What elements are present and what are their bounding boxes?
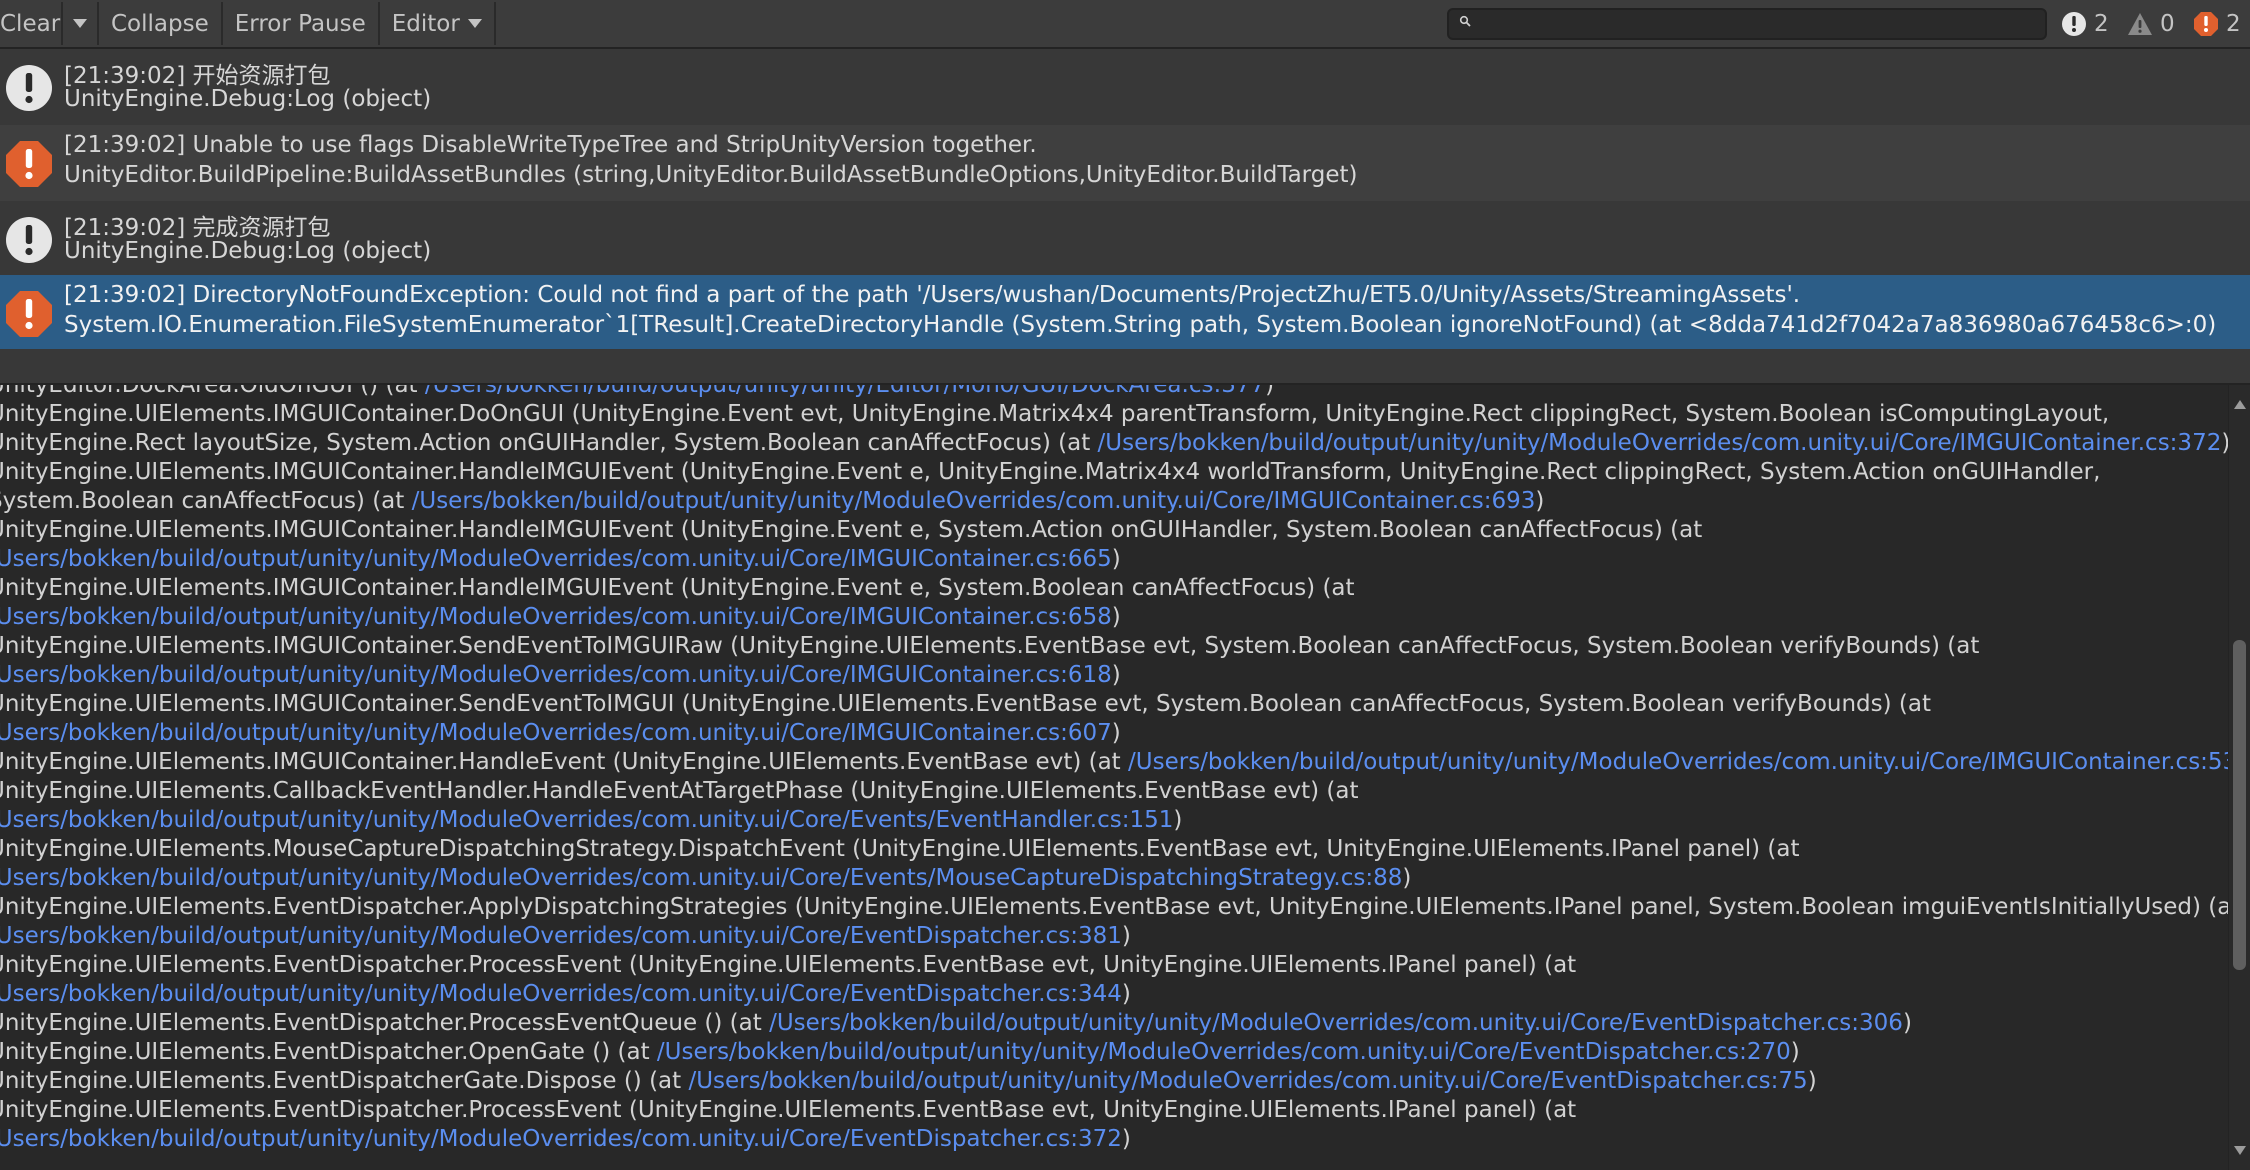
source-link[interactable]: /Users/bokken/build/output/unity/unity/M… xyxy=(0,662,1112,688)
source-link[interactable]: /Users/bokken/build/output/unity/unity/M… xyxy=(0,807,1173,833)
log-entry-list: [21:39:02] 开始资源打包 UnityEngine.Debug:Log … xyxy=(0,49,2250,351)
stack-trace-line: UnityEngine.UIElements.IMGUIContainer.Se… xyxy=(0,691,1931,717)
stack-trace-line: UnityEngine.Rect layoutSize, System.Acti… xyxy=(0,430,2228,456)
stack-trace-scrollbar[interactable] xyxy=(2228,385,2250,1170)
scroll-up-arrow-icon[interactable] xyxy=(2234,400,2246,409)
log-entry[interactable]: [21:39:02] 完成资源打包 UnityEngine.Debug:Log … xyxy=(0,201,2250,277)
warning-count-toggle[interactable]: 0 xyxy=(2126,6,2175,42)
log-message: [21:39:02] 开始资源打包 xyxy=(64,63,331,89)
scroll-down-arrow-icon[interactable] xyxy=(2234,1146,2246,1155)
stack-trace-line: UnityEngine.UIElements.EventDispatcher.O… xyxy=(0,1039,1800,1065)
info-exclamation-icon xyxy=(6,65,52,111)
stack-trace-line: UnityEngine.UIElements.IMGUIContainer.Ha… xyxy=(0,575,1355,601)
log-source: UnityEditor.BuildPipeline:BuildAssetBund… xyxy=(64,162,1358,188)
clear-options-dropdown[interactable] xyxy=(63,2,99,45)
clear-label: Clear xyxy=(0,10,61,37)
stack-trace-line: /Users/bokken/build/output/unity/unity/M… xyxy=(0,980,1131,1009)
info-exclamation-icon xyxy=(6,217,52,263)
log-entry-selected[interactable]: [21:39:02] DirectoryNotFoundException: C… xyxy=(0,275,2250,351)
log-entry[interactable]: [21:39:02] 开始资源打包 UnityEngine.Debug:Log … xyxy=(0,49,2250,125)
source-link[interactable]: /Users/bokken/build/output/unity/unity/M… xyxy=(0,923,1122,949)
log-message: [21:39:02] DirectoryNotFoundException: C… xyxy=(64,282,1801,308)
log-entry[interactable]: [21:39:02] Unable to use flags DisableWr… xyxy=(0,125,2250,201)
warning-count: 0 xyxy=(2160,11,2175,37)
stack-trace-line: System.Boolean canAffectFocus) (at /User… xyxy=(0,488,1545,514)
source-link[interactable]: /Users/bokken/build/output/unity/unity/M… xyxy=(0,1126,1122,1152)
collapse-toggle[interactable]: Collapse xyxy=(99,2,223,45)
stack-trace-line: UnityEngine.UIElements.EventDispatcher.P… xyxy=(0,1097,1577,1123)
source-link[interactable]: /Users/bokken/build/output/unity/unity/M… xyxy=(0,720,1112,746)
stack-trace-line: /Users/bokken/build/output/unity/unity/M… xyxy=(0,603,1121,632)
info-exclamation-icon xyxy=(2062,12,2086,36)
search-icon xyxy=(1459,15,1471,27)
error-pause-label: Error Pause xyxy=(234,10,366,37)
stack-trace-line: /Users/bokken/build/output/unity/unity/M… xyxy=(0,806,1182,835)
stack-trace-line: UnityEngine.UIElements.IMGUIContainer.Do… xyxy=(0,401,2110,427)
source-link[interactable]: /Users/bokken/build/output/unity/unity/M… xyxy=(0,546,1112,572)
stack-trace-line: UnityEditor.DockArea.OldOnGUI () (at /Us… xyxy=(0,385,1274,400)
stack-trace-line: UnityEngine.UIElements.EventDispatcher.A… xyxy=(0,894,2228,920)
stack-trace-line: /Users/bokken/build/output/unity/unity/M… xyxy=(0,719,1121,748)
stack-trace-line: UnityEngine.UIElements.IMGUIContainer.Ha… xyxy=(0,459,2101,485)
search-input[interactable] xyxy=(1481,10,2045,40)
log-source: System.IO.Enumeration.FileSystemEnumerat… xyxy=(64,312,2217,338)
source-link[interactable]: /Users/bokken/build/output/unity/unity/M… xyxy=(688,1068,1807,1094)
stack-trace-line: UnityEngine.UIElements.EventDispatcher.P… xyxy=(0,1010,1912,1036)
stack-trace-line: UnityEngine.UIElements.IMGUIContainer.Se… xyxy=(0,633,1980,659)
clear-button[interactable]: Clear xyxy=(0,2,63,45)
warning-triangle-icon xyxy=(2128,13,2152,35)
chevron-down-icon xyxy=(73,19,87,28)
error-pause-toggle[interactable]: Error Pause xyxy=(222,2,380,45)
source-link[interactable]: /Users/bokken/build/output/unity/unity/M… xyxy=(0,981,1122,1007)
stack-trace-line: /Users/bokken/build/output/unity/unity/M… xyxy=(0,661,1121,690)
source-link[interactable]: /Users/bokken/build/output/unity/unity/M… xyxy=(412,488,1536,514)
stack-trace-line: /Users/bokken/build/output/unity/unity/M… xyxy=(0,1125,1131,1154)
stack-trace-pane: UnityEditor.DockArea.OldOnGUI () (at /Us… xyxy=(0,385,2228,1170)
log-source: UnityEngine.Debug:Log (object) xyxy=(64,86,432,112)
error-count: 2 xyxy=(2226,11,2241,37)
chevron-down-icon xyxy=(467,19,482,28)
source-link[interactable]: /Users/bokken/build/output/unity/unity/E… xyxy=(425,385,1265,398)
log-count: 2 xyxy=(2094,11,2109,37)
source-link[interactable]: /Users/bokken/build/output/unity/unity/M… xyxy=(0,604,1112,630)
search-field[interactable] xyxy=(1447,8,2047,40)
log-message: [21:39:02] 完成资源打包 xyxy=(64,215,331,241)
stack-trace-line: /Users/bokken/build/output/unity/unity/M… xyxy=(0,545,1121,574)
log-source: UnityEngine.Debug:Log (object) xyxy=(64,238,432,264)
stack-trace-line: UnityEngine.UIElements.IMGUIContainer.Ha… xyxy=(0,748,2228,777)
stack-trace-line: UnityEngine.UIElements.MouseCaptureDispa… xyxy=(0,836,1800,862)
stack-trace-line: UnityEngine.UIElements.EventDispatcher.P… xyxy=(0,952,1577,978)
source-link[interactable]: /Users/bokken/build/output/unity/unity/M… xyxy=(657,1039,1791,1065)
source-link[interactable]: /Users/bokken/build/output/unity/unity/M… xyxy=(0,865,1402,891)
console-toolbar: Clear Collapse Error Pause Editor 2 0 2 xyxy=(0,0,2250,49)
editor-target-dropdown[interactable]: Editor xyxy=(379,2,496,45)
pane-splitter[interactable] xyxy=(0,349,2250,385)
source-link[interactable]: /Users/bokken/build/output/unity/unity/M… xyxy=(769,1010,1903,1036)
stack-trace-line: UnityEngine.UIElements.CallbackEventHand… xyxy=(0,778,1359,804)
collapse-label: Collapse xyxy=(111,10,209,37)
source-link[interactable]: /Users/bokken/build/output/unity/unity/M… xyxy=(1128,749,2228,775)
error-exclamation-icon xyxy=(6,291,52,337)
stack-trace-line: /Users/bokken/build/output/unity/unity/M… xyxy=(0,864,1411,893)
error-exclamation-icon xyxy=(6,141,52,187)
source-link[interactable]: /Users/bokken/build/output/unity/unity/M… xyxy=(1098,430,2222,456)
error-count-toggle[interactable]: 2 xyxy=(2192,6,2241,42)
stack-trace-line: /Users/bokken/build/output/unity/unity/M… xyxy=(0,922,1131,951)
scrollbar-thumb[interactable] xyxy=(2233,640,2246,970)
log-message: [21:39:02] Unable to use flags DisableWr… xyxy=(64,132,1037,158)
stack-trace-line: UnityEngine.UIElements.EventDispatcherGa… xyxy=(0,1068,1817,1094)
editor-label: Editor xyxy=(391,10,460,37)
error-exclamation-icon xyxy=(2194,12,2218,36)
log-count-toggle[interactable]: 2 xyxy=(2060,6,2109,42)
stack-trace-line: UnityEngine.UIElements.IMGUIContainer.Ha… xyxy=(0,517,1703,543)
